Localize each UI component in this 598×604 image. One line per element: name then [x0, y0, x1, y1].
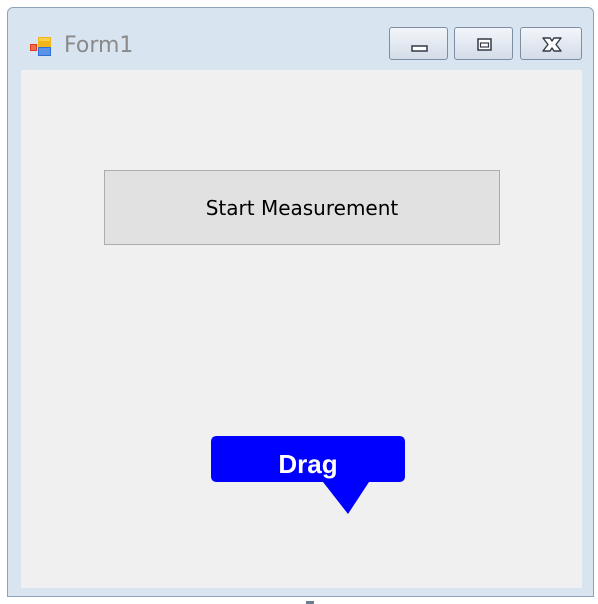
start-measurement-button[interactable]: Start Measurement — [104, 170, 500, 245]
maximize-button[interactable] — [454, 27, 513, 60]
close-icon — [542, 37, 562, 52]
drag-label: Drag — [278, 449, 338, 479]
minimize-button[interactable] — [389, 27, 448, 60]
form-client-area: Start Measurement Drag — [21, 70, 582, 588]
close-button[interactable] — [520, 27, 582, 60]
minimize-icon — [411, 45, 428, 52]
window-title: Form1 — [64, 33, 134, 58]
drag-callout[interactable]: Drag — [211, 436, 408, 528]
app-window: Form1 Start Measurement Drag — [7, 7, 594, 604]
form-app-icon — [30, 37, 52, 57]
title-bar[interactable]: Form1 — [8, 8, 593, 70]
maximize-icon — [477, 38, 492, 51]
